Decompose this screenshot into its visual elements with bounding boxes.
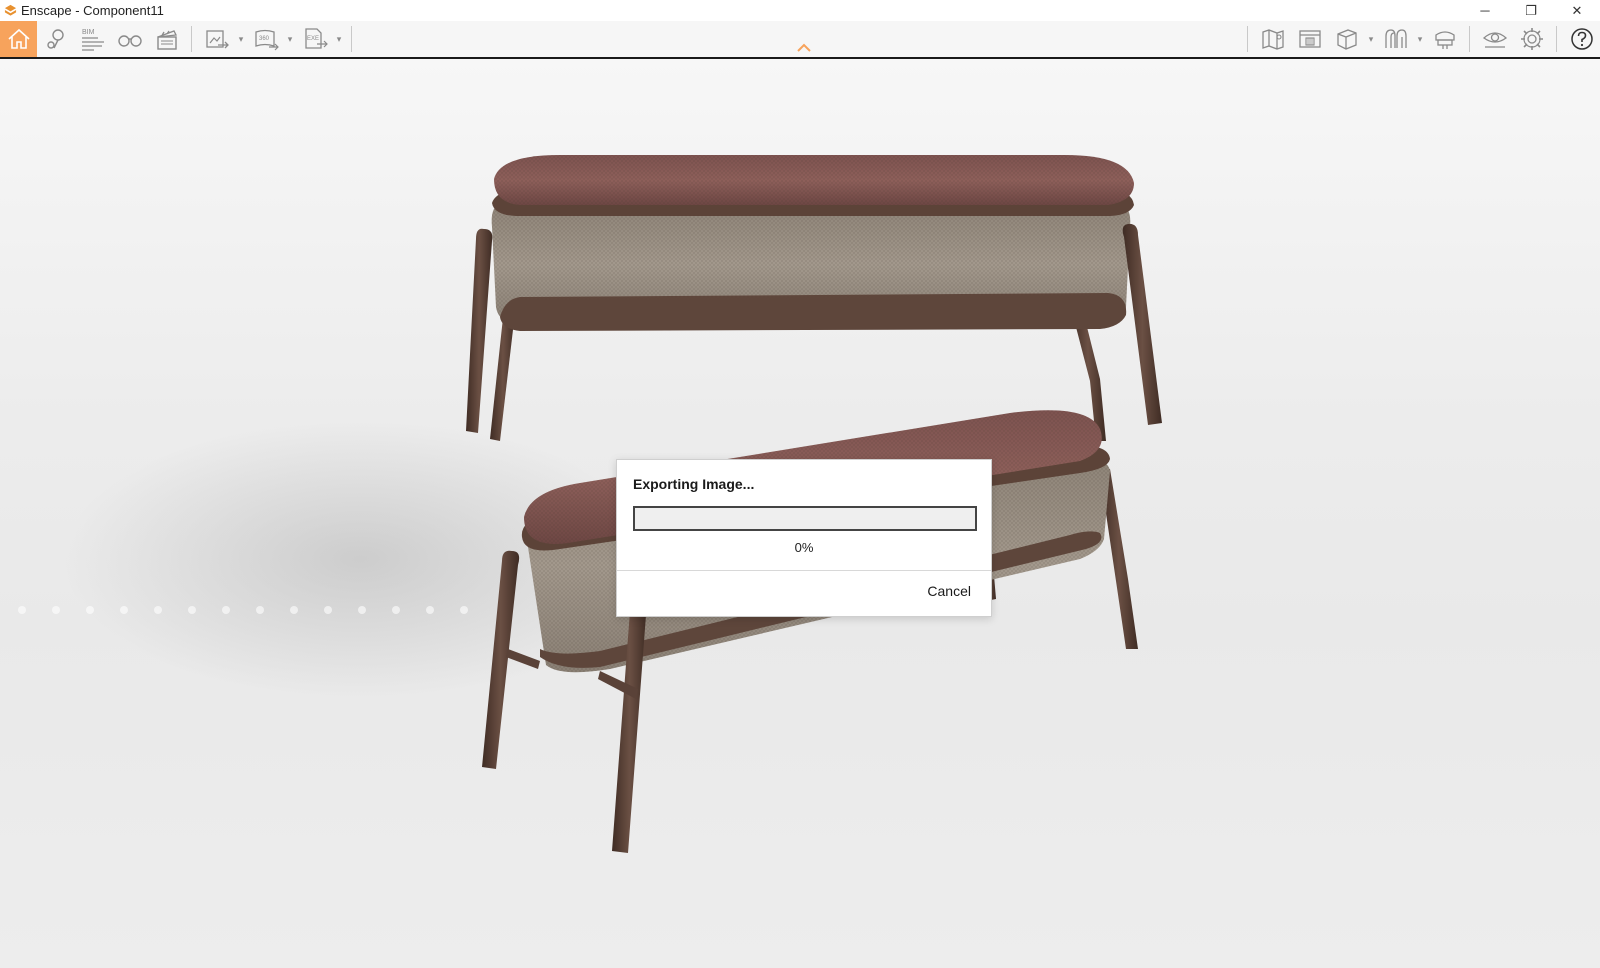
export-progress-dialog: Exporting Image... 0% Cancel <box>616 459 992 617</box>
cube-icon <box>1336 29 1357 50</box>
materials-button[interactable] <box>1328 21 1365 57</box>
exe-export-button[interactable]: EXE <box>296 21 333 57</box>
visual-settings-button[interactable] <box>1476 21 1513 57</box>
chevron-down-icon[interactable]: ▾ <box>1414 21 1426 57</box>
export-progress-bar <box>633 506 977 531</box>
panorama-360-icon: 360 <box>254 29 279 51</box>
window-title: Enscape - Component11 <box>21 3 164 18</box>
binoculars-button[interactable] <box>111 21 148 57</box>
bench-top <box>466 155 1162 441</box>
location-pin-icon <box>46 29 64 49</box>
dialog-divider <box>617 570 991 571</box>
bim-button[interactable]: BIM <box>74 21 111 57</box>
chevron-down-icon[interactable]: ▾ <box>284 21 296 57</box>
vr-headset-icon <box>1434 31 1455 49</box>
bim-icon: BIM <box>81 29 104 51</box>
help-button[interactable] <box>1563 21 1600 57</box>
chevron-down-icon[interactable]: ▾ <box>333 21 345 57</box>
panorama-export-button[interactable]: 360 <box>247 21 284 57</box>
toolbar-separator <box>1469 26 1470 52</box>
gear-icon <box>1520 28 1543 50</box>
building-icon <box>1298 30 1321 48</box>
home-button[interactable] <box>0 21 37 57</box>
views-button[interactable] <box>37 21 74 57</box>
minimize-button[interactable]: ─ <box>1462 0 1508 21</box>
toolbar-separator <box>191 26 192 52</box>
exe-export-icon: EXE <box>304 28 328 49</box>
svg-text:BIM: BIM <box>82 29 95 36</box>
title-bar: Enscape - Component11 ─ ❐ ✕ <box>0 0 1600 21</box>
map-button[interactable] <box>1254 21 1291 57</box>
cancel-button[interactable]: Cancel <box>927 583 971 599</box>
home-icon <box>7 28 30 49</box>
chevron-down-icon[interactable]: ▾ <box>235 21 247 57</box>
toolbar-separator <box>1247 26 1248 52</box>
video-editor-button[interactable] <box>148 21 185 57</box>
toolbar-separator <box>1556 26 1557 52</box>
dialog-title: Exporting Image... <box>633 476 755 492</box>
screenshot-export-button[interactable] <box>198 21 235 57</box>
collapse-toolbar-icon[interactable] <box>796 43 812 53</box>
eye-icon <box>1482 32 1507 48</box>
vr-button[interactable] <box>1426 21 1463 57</box>
close-button[interactable]: ✕ <box>1554 0 1600 21</box>
render-viewport[interactable]: Exporting Image... 0% Cancel <box>0 59 1600 968</box>
chevron-down-icon[interactable]: ▾ <box>1365 21 1377 57</box>
settings-button[interactable] <box>1513 21 1550 57</box>
svg-text:360: 360 <box>259 36 270 42</box>
map-icon <box>1261 29 1284 50</box>
site-context-button[interactable] <box>1291 21 1328 57</box>
clapperboard-icon <box>156 30 177 50</box>
enscape-logo-icon <box>3 4 17 18</box>
toolbar: BIM ▾ 360 ▾ EXE ▾ ▾ ▾ <box>0 21 1600 59</box>
atmosphere-icon <box>1384 29 1407 48</box>
restore-button[interactable]: ❐ <box>1508 0 1554 21</box>
toolbar-separator <box>351 26 352 52</box>
help-icon <box>1570 28 1593 50</box>
image-export-icon <box>205 30 229 49</box>
progress-percentage: 0% <box>794 540 814 555</box>
binoculars-icon <box>117 35 142 47</box>
svg-text:EXE: EXE <box>307 36 319 42</box>
atmosphere-button[interactable] <box>1377 21 1414 57</box>
